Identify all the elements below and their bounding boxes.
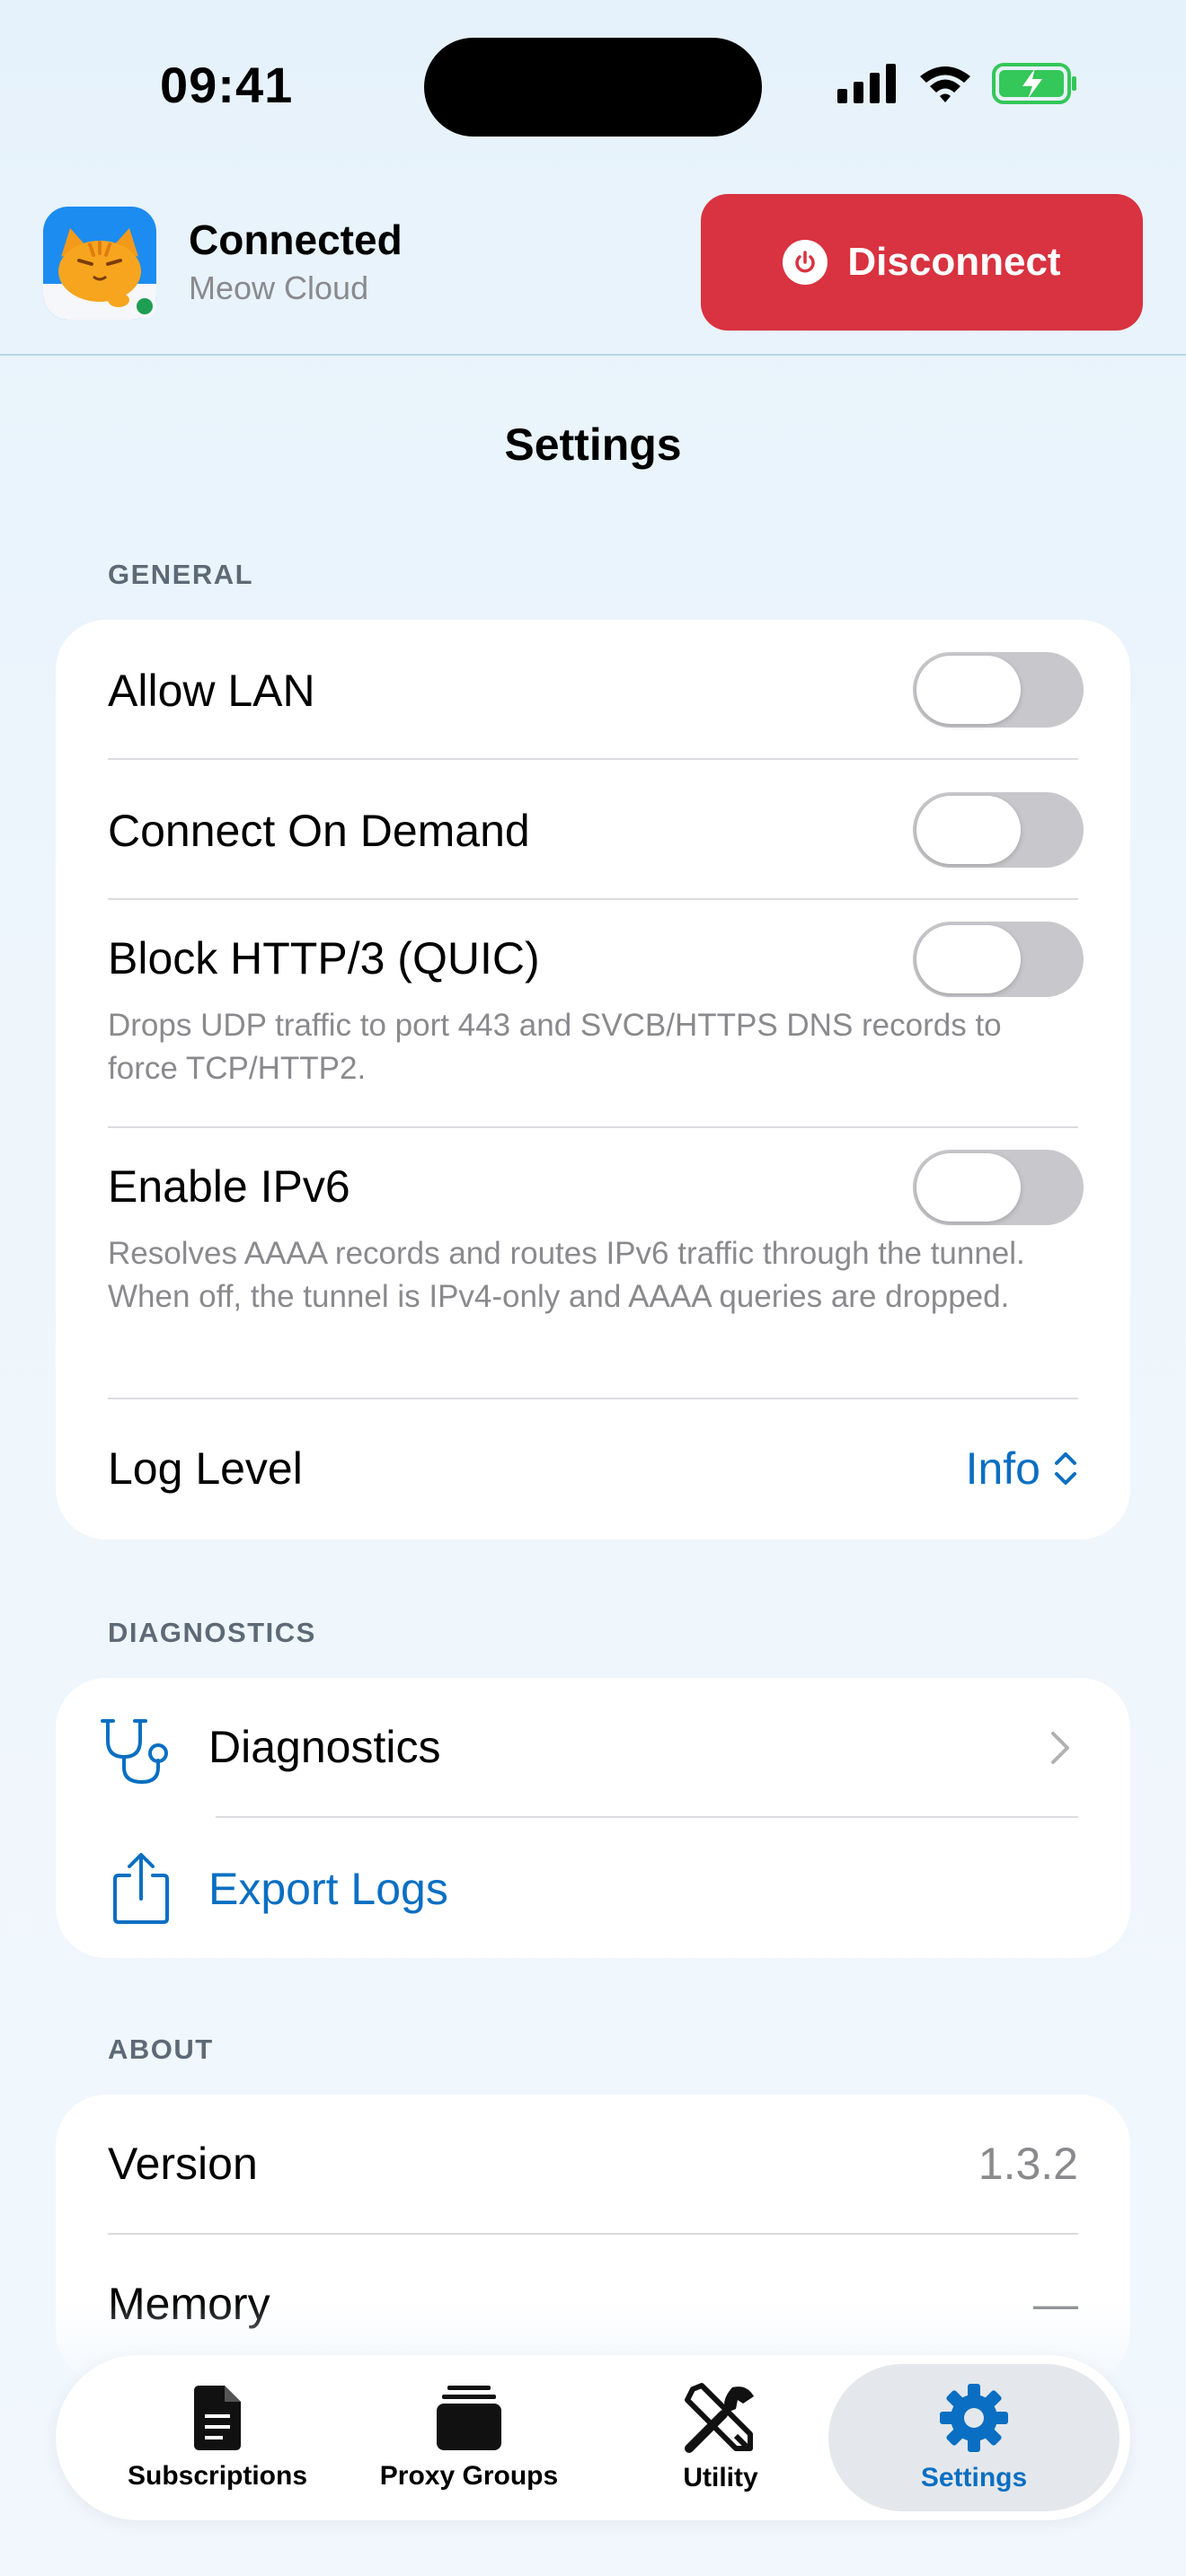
chevron-up-down-icon (1055, 1452, 1076, 1485)
block-http3-description: Drops UDP traffic to port 443 and SVCB/H… (108, 1008, 1002, 1086)
tab-label: Subscriptions (127, 2461, 308, 2491)
log-level-label: Log Level (108, 1443, 303, 1494)
wifi-icon (920, 66, 970, 102)
allow-lan-row: Allow LAN (108, 620, 1084, 760)
block-http3-toggle[interactable] (913, 922, 1084, 997)
connect-on-demand-toggle[interactable] (913, 792, 1084, 868)
status-icons (837, 63, 1078, 104)
block-http3-row: Block HTTP/3 (QUIC) Drops UDP traffic to… (108, 900, 1084, 1128)
stack-icon (437, 2386, 501, 2450)
tab-bar: Subscriptions Proxy Groups Utility Setti… (56, 2355, 1130, 2520)
export-logs-row[interactable]: Export Logs (101, 1818, 1078, 1958)
connection-status: Connected (189, 216, 403, 263)
gear-icon (940, 2384, 1008, 2452)
tab-label: Proxy Groups (379, 2461, 559, 2491)
log-level-row[interactable]: Log Level Info (108, 1399, 1078, 1539)
log-level-picker[interactable]: Info (966, 1442, 1078, 1495)
cellular-signal-icon (837, 64, 896, 103)
about-section-header: ABOUT (108, 2033, 214, 2065)
connect-on-demand-row: Connect On Demand (108, 760, 1084, 900)
diagnostics-row[interactable]: Diagnostics (101, 1678, 1078, 1818)
share-icon (113, 1853, 169, 1924)
profile-name: Meow Cloud (189, 269, 369, 306)
enable-ipv6-label: Enable IPv6 (108, 1161, 350, 1212)
stethoscope-icon (101, 1719, 168, 1785)
dynamic-island (424, 38, 762, 137)
tab-subscriptions[interactable]: Subscriptions (101, 2355, 334, 2520)
tab-settings[interactable]: Settings (828, 2364, 1120, 2511)
tab-utility[interactable]: Utility (613, 2355, 828, 2520)
chevron-right-icon (1051, 1732, 1069, 1764)
document-icon (194, 2386, 241, 2450)
power-icon (783, 240, 828, 285)
diagnostics-label: Diagnostics (208, 1722, 441, 1772)
version-label: Version (108, 2139, 258, 2189)
status-time: 09:41 (160, 57, 294, 113)
page-title: Settings (504, 419, 682, 470)
disconnect-label: Disconnect (847, 240, 1061, 284)
allow-lan-toggle[interactable] (913, 652, 1084, 728)
enable-ipv6-description: Resolves AAAA records and routes IPv6 tr… (108, 1236, 1025, 1314)
status-bar: 09:41 (0, 0, 1186, 180)
connection-header: Connected Meow Cloud Disconnect (0, 180, 1186, 356)
tab-proxy-groups[interactable]: Proxy Groups (352, 2355, 586, 2520)
general-section-header: GENERAL (108, 559, 254, 590)
version-value: 1.3.2 (978, 2139, 1078, 2189)
battery-charging-icon (992, 63, 1076, 104)
diagnostics-section-header: DIAGNOSTICS (108, 1617, 316, 1648)
tab-label: Utility (683, 2463, 758, 2492)
connect-on-demand-label: Connect On Demand (108, 806, 530, 856)
tab-label: Settings (920, 2463, 1028, 2492)
enable-ipv6-row: Enable IPv6 Resolves AAAA records and ro… (108, 1128, 1084, 1398)
enable-ipv6-toggle[interactable] (913, 1150, 1084, 1225)
tools-icon (685, 2383, 754, 2453)
general-card: Allow LAN Connect On Demand Block HTTP/3… (56, 620, 1130, 1539)
version-row: Version 1.3.2 (108, 2095, 1078, 2235)
allow-lan-label: Allow LAN (108, 666, 315, 716)
block-http3-label: Block HTTP/3 (QUIC) (108, 933, 540, 984)
export-logs-label: Export Logs (208, 1864, 448, 1914)
diagnostics-card: Diagnostics Export Logs (56, 1678, 1130, 1958)
connected-status-dot (133, 295, 156, 318)
disconnect-button[interactable]: Disconnect (701, 194, 1143, 331)
log-level-value: Info (965, 1443, 1040, 1494)
